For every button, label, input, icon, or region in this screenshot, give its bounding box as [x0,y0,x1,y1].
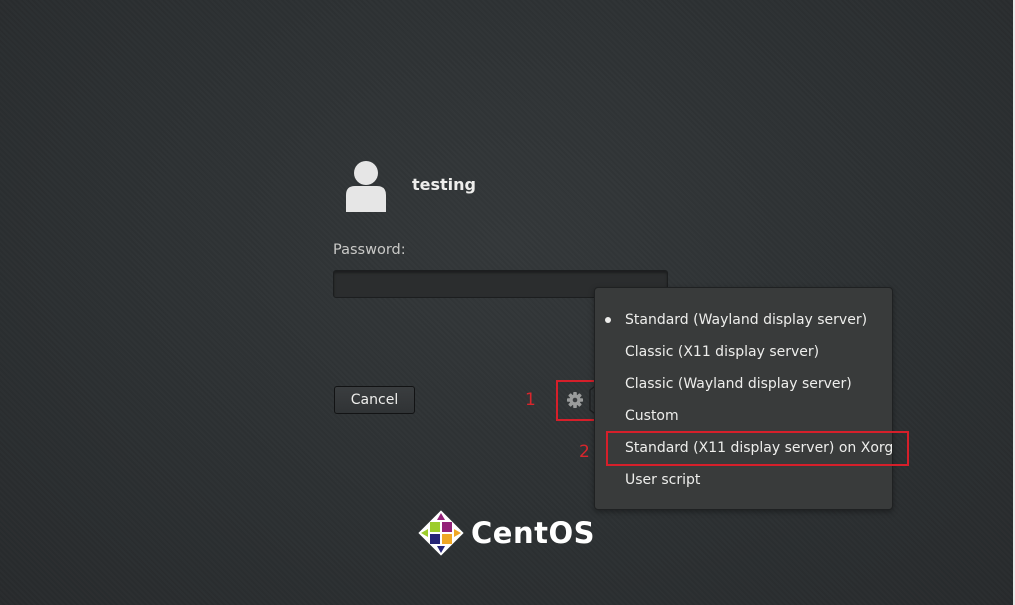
annotation-number-2: 2 [579,442,590,462]
username-label: testing [412,174,476,194]
session-item-standard-wayland[interactable]: Standard (Wayland display server) [625,304,867,336]
centos-logo-icon [417,508,465,558]
user-row: testing [333,155,476,215]
session-item-custom[interactable]: Custom [625,400,679,432]
password-label: Password: [333,242,406,258]
cancel-button[interactable]: Cancel [334,386,415,414]
session-item-classic-x11[interactable]: Classic (X11 display server) [625,336,819,368]
annotation-box-2 [606,431,909,466]
centos-logo: CentOS [417,508,595,558]
session-item-user-script[interactable]: User script [625,464,700,496]
selected-indicator-icon [605,317,611,323]
session-menu: Standard (Wayland display server) Classi… [594,287,893,510]
session-item-classic-wayland[interactable]: Classic (Wayland display server) [625,368,852,400]
annotation-number-1: 1 [525,390,536,410]
centos-logo-text: CentOS [471,516,595,550]
user-avatar-icon [333,155,399,215]
